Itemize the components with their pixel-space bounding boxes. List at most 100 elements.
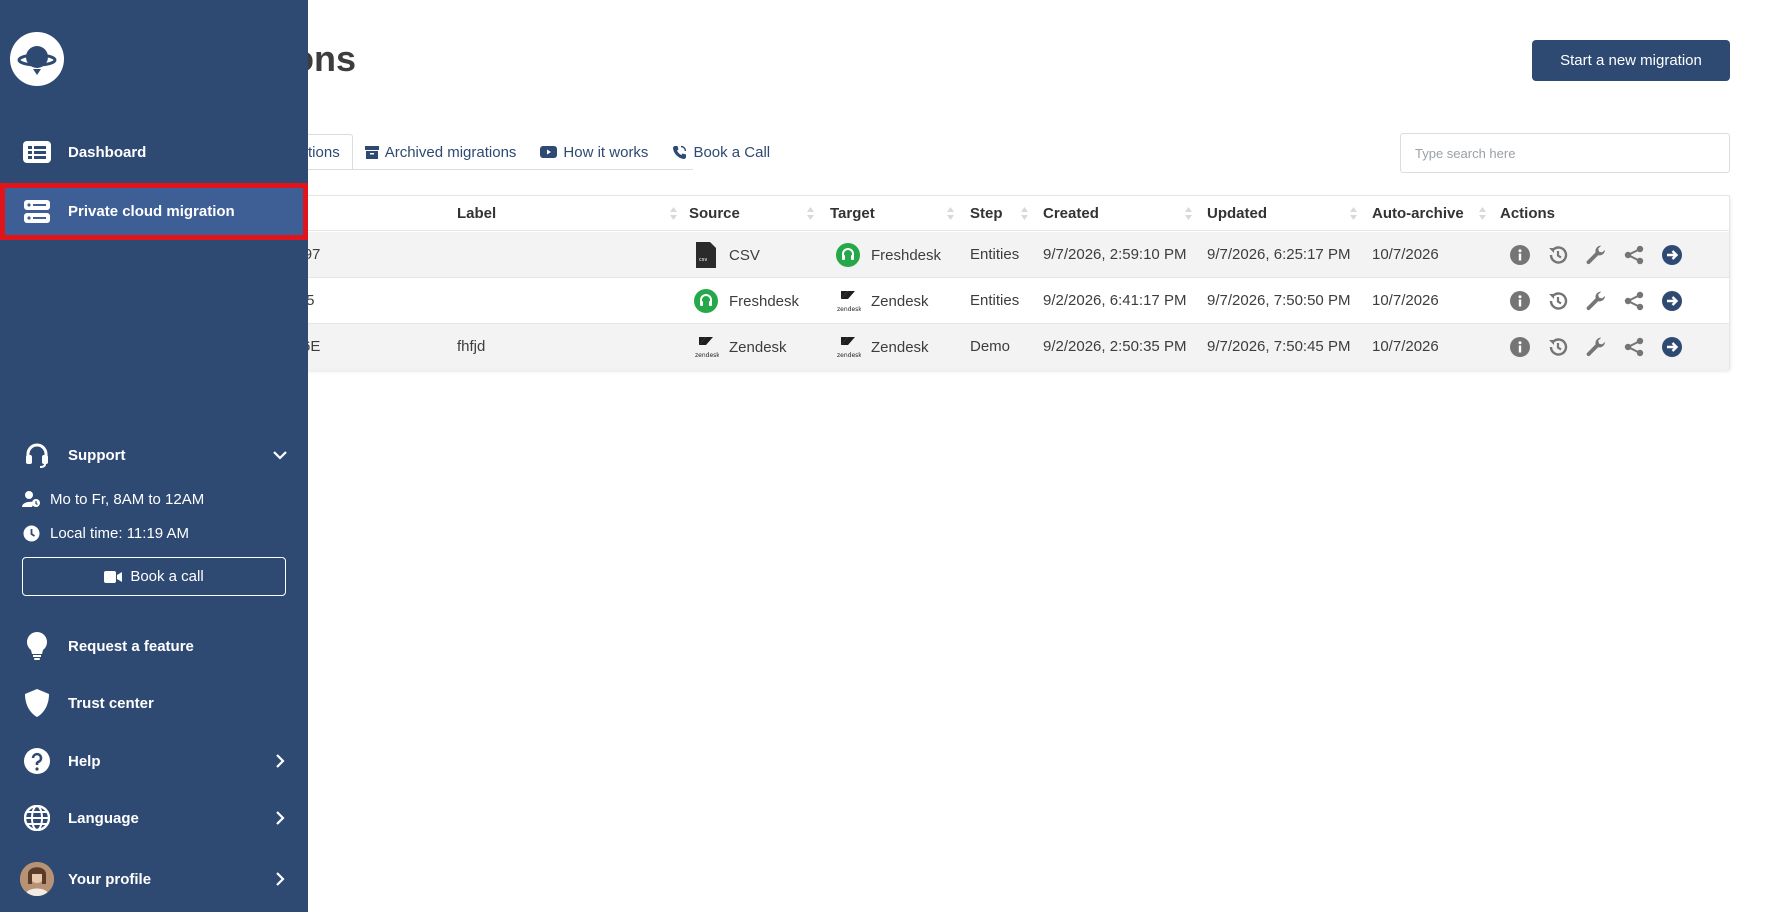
svg-text:zendesk: zendesk: [837, 352, 861, 359]
sidebar-item-your-profile[interactable]: Your profile: [0, 853, 308, 905]
column-header-step[interactable]: Step: [970, 196, 1003, 231]
question-icon: [22, 746, 52, 776]
column-header-auto-archive[interactable]: Auto-archive: [1372, 196, 1464, 231]
server-icon: [22, 197, 52, 227]
arrow-right-circle-icon[interactable]: [1661, 290, 1683, 312]
table-row[interactable]: 3B397 csv CSV Freshdesk Entities 9/7/202…: [271, 232, 1729, 278]
sidebar-item-label: Your profile: [68, 870, 152, 888]
planet-icon: [17, 46, 57, 75]
table-header: Label Source Target Step Created Updated…: [271, 196, 1729, 231]
sidebar-item-request-feature[interactable]: Request a feature: [0, 620, 308, 672]
dashboard-icon: [22, 137, 52, 167]
column-header-actions: Actions: [1500, 205, 1556, 222]
tabs-divider: [270, 169, 693, 170]
auto-archive-date: 10/7/2026: [1372, 292, 1439, 309]
history-icon[interactable]: [1547, 290, 1569, 312]
info-icon[interactable]: [1509, 336, 1531, 358]
book-a-call-button[interactable]: Book a call: [22, 557, 286, 596]
migration-step: Demo: [970, 338, 1011, 355]
created-date: 9/2/2026, 6:41:17 PM: [1043, 292, 1187, 309]
column-header-label[interactable]: Label: [457, 196, 496, 231]
target-app: zendesk Zendesk: [835, 324, 929, 370]
row-actions: [1509, 232, 1699, 278]
user-clock-icon: [22, 490, 40, 508]
freshdesk-icon: [835, 242, 861, 268]
migration-label: fhfjd: [457, 338, 486, 355]
sort-icon[interactable]: [807, 207, 814, 220]
sort-icon[interactable]: [670, 207, 677, 220]
arrow-right-circle-icon[interactable]: [1661, 336, 1683, 358]
tab-label: Archived migrations: [384, 143, 517, 161]
sidebar-item-language[interactable]: Language: [0, 792, 308, 844]
sidebar-item-trust-center[interactable]: Trust center: [0, 677, 308, 729]
source-app: zendesk Zendesk: [693, 324, 787, 370]
video-camera-icon: [104, 570, 123, 583]
brand-logo[interactable]: [10, 32, 64, 86]
updated-date: 9/7/2026, 7:50:45 PM: [1207, 338, 1351, 355]
updated-date: 9/7/2026, 7:50:50 PM: [1207, 292, 1351, 309]
table-row[interactable]: 1576E fhfjd zendesk Zendesk zendesk Zend…: [271, 324, 1729, 370]
sidebar-item-label: Request a feature: [68, 637, 194, 655]
sidebar-item-support[interactable]: Support: [0, 429, 308, 481]
zendesk-icon: zendesk: [693, 334, 719, 360]
sort-icon[interactable]: [1479, 207, 1486, 220]
sidebar-item-private-cloud-migration[interactable]: Private cloud migration: [0, 183, 308, 240]
clock-icon: [22, 524, 40, 542]
migration-step: Entities: [970, 292, 1020, 309]
share-icon[interactable]: [1623, 244, 1645, 266]
sidebar-item-label: Dashboard: [68, 143, 147, 161]
start-new-migration-button[interactable]: Start a new migration: [1532, 40, 1730, 81]
support-hours: Mo to Fr, 8AM to 12AM: [22, 488, 204, 510]
migrations-table: Label Source Target Step Created Updated…: [270, 195, 1730, 370]
arrow-right-circle-icon[interactable]: [1661, 244, 1683, 266]
sort-icon[interactable]: [1350, 207, 1357, 220]
tab-book-a-call[interactable]: Book a Call: [660, 134, 782, 170]
tab-how-it-works[interactable]: How it works: [528, 134, 660, 170]
column-header-created[interactable]: Created: [1043, 196, 1099, 231]
youtube-icon: [540, 146, 558, 158]
row-actions: [1509, 278, 1699, 324]
history-icon[interactable]: [1547, 244, 1569, 266]
wrench-icon[interactable]: [1585, 290, 1607, 312]
tab-label: Book a Call: [693, 143, 771, 161]
target-name: Freshdesk: [871, 246, 942, 264]
sidebar-item-help[interactable]: Help: [0, 735, 308, 787]
source-app: csv CSV: [693, 232, 760, 278]
column-header-target[interactable]: Target: [830, 196, 875, 231]
column-header-updated[interactable]: Updated: [1207, 196, 1267, 231]
sidebar-item-dashboard[interactable]: Dashboard: [0, 126, 308, 178]
source-name: CSV: [729, 246, 760, 264]
wrench-icon[interactable]: [1585, 244, 1607, 266]
share-icon[interactable]: [1623, 290, 1645, 312]
source-name: Zendesk: [729, 338, 787, 356]
chevron-right-icon: [276, 811, 285, 825]
freshdesk-icon: [693, 288, 719, 314]
tab-label: How it works: [563, 143, 649, 161]
info-icon[interactable]: [1509, 244, 1531, 266]
sidebar-item-label: Language: [68, 809, 139, 827]
share-icon[interactable]: [1623, 336, 1645, 358]
auto-archive-date: 10/7/2026: [1372, 246, 1439, 263]
sidebar: Dashboard Private cloud migration Suppor…: [0, 0, 308, 912]
book-call-label: Book a call: [130, 568, 204, 585]
user-avatar: [20, 862, 54, 896]
table-row[interactable]: 3EC5 Freshdesk zendesk Zendesk Entities …: [271, 278, 1729, 324]
created-date: 9/7/2026, 2:59:10 PM: [1043, 246, 1187, 263]
sort-icon[interactable]: [1021, 207, 1028, 220]
wrench-icon[interactable]: [1585, 336, 1607, 358]
sort-icon[interactable]: [1185, 207, 1192, 220]
zendesk-icon: zendesk: [835, 288, 861, 314]
column-header-source[interactable]: Source: [689, 196, 740, 231]
target-app: Freshdesk: [835, 232, 941, 278]
support-local-time: Local time: 11:19 AM: [22, 522, 189, 544]
sort-icon[interactable]: [947, 207, 954, 220]
svg-text:zendesk: zendesk: [695, 352, 719, 359]
search-input[interactable]: [1400, 133, 1730, 173]
info-icon[interactable]: [1509, 290, 1531, 312]
tab-archived-migrations[interactable]: Archived migrations: [353, 134, 529, 170]
migration-tabs: igrations Archived migrations How it wor…: [270, 134, 782, 170]
history-icon[interactable]: [1547, 336, 1569, 358]
sidebar-item-label: Help: [68, 752, 101, 770]
csv-icon: csv: [693, 242, 719, 268]
auto-archive-date: 10/7/2026: [1372, 338, 1439, 355]
